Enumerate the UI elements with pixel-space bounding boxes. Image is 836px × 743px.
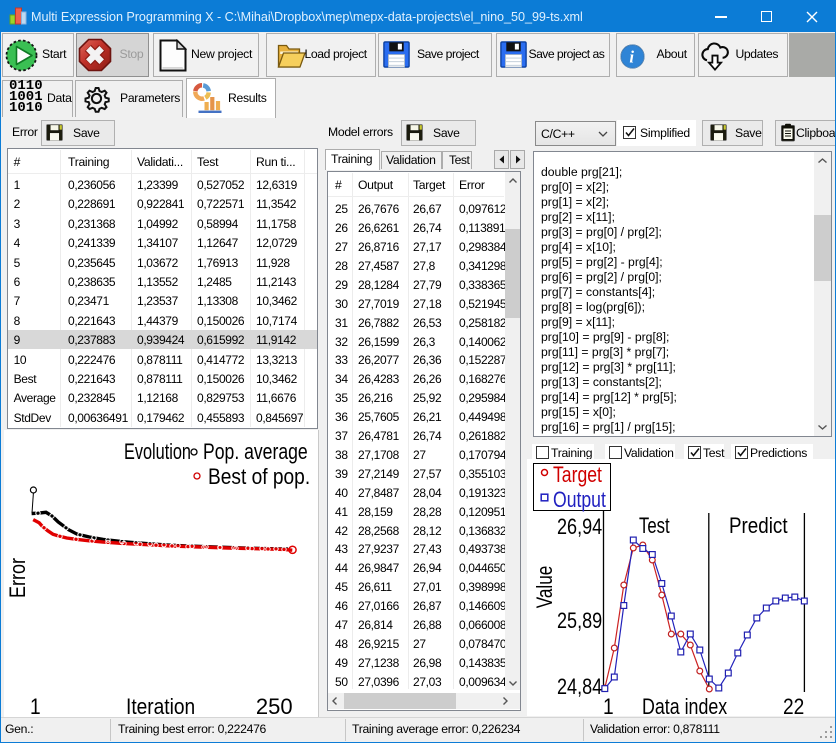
svg-text:i: i [629, 47, 634, 66]
